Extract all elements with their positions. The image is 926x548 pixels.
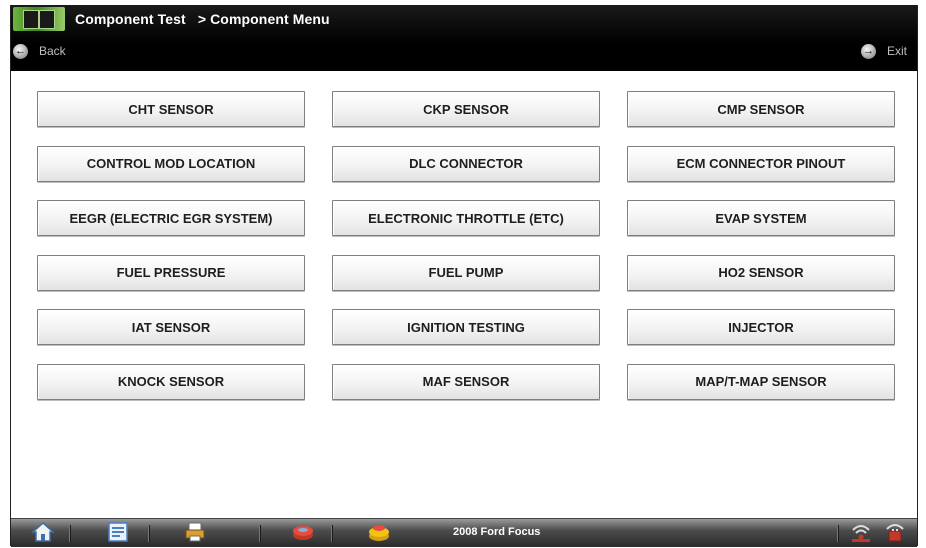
component-grid: CHT SENSOR CKP SENSOR CMP SENSOR CONTROL… [37,91,907,400]
component-button-cht-sensor[interactable]: CHT SENSOR [37,91,305,127]
component-button-eegr[interactable]: EEGR (ELECTRIC EGR SYSTEM) [37,200,305,236]
component-button-ignition-testing[interactable]: IGNITION TESTING [332,309,600,345]
battery-icon[interactable] [883,521,907,543]
print-icon[interactable] [183,521,207,543]
component-button-electronic-throttle[interactable]: ELECTRONIC THROTTLE (ETC) [332,200,600,236]
back-button[interactable]: ← Back [13,41,66,61]
component-button-ho2-sensor[interactable]: HO2 SENSOR [627,254,895,291]
exit-arrow-icon: → [860,43,876,59]
component-button-control-mod-location[interactable]: CONTROL MOD LOCATION [37,145,305,182]
exit-button[interactable]: → Exit [860,41,907,61]
component-button-evap-system[interactable]: EVAP SYSTEM [627,200,895,236]
component-button-injector[interactable]: INJECTOR [627,309,895,345]
app-window: Component Test > Component Menu ← Back →… [10,5,918,547]
data-icon[interactable] [367,521,391,543]
component-button-ecm-connector-pinout[interactable]: ECM CONNECTOR PINOUT [627,145,895,182]
vehicle-label: 2008 Ford Focus [453,526,541,538]
header-bar: Component Test > Component Menu ← Back →… [11,5,917,71]
taskbar: 2008 Ford Focus [11,518,917,547]
component-button-fuel-pump[interactable]: FUEL PUMP [332,254,600,291]
breadcrumb: > Component Menu [197,11,330,27]
connection-icon[interactable] [849,521,873,543]
app-logo-icon [13,7,65,31]
component-button-dlc-connector[interactable]: DLC CONNECTOR [332,145,600,182]
component-button-knock-sensor[interactable]: KNOCK SENSOR [37,363,305,400]
component-button-cmp-sensor[interactable]: CMP SENSOR [627,91,895,127]
component-button-map-tmap-sensor[interactable]: MAP/T-MAP SENSOR [627,363,895,400]
component-button-iat-sensor[interactable]: IAT SENSOR [37,309,305,345]
exit-label: Exit [886,44,907,58]
component-button-maf-sensor[interactable]: MAF SENSOR [332,363,600,400]
scanner-icon[interactable] [291,521,315,543]
back-label: Back [39,44,66,58]
title-text: Component Test [75,11,186,27]
component-button-ckp-sensor[interactable]: CKP SENSOR [332,91,600,127]
back-arrow-icon: ← [13,43,28,59]
vehicle-info-icon[interactable] [106,521,130,543]
component-button-fuel-pressure[interactable]: FUEL PRESSURE [37,254,305,291]
page-title: Component Test > Component Menu [75,11,330,27]
home-icon[interactable] [31,521,55,543]
